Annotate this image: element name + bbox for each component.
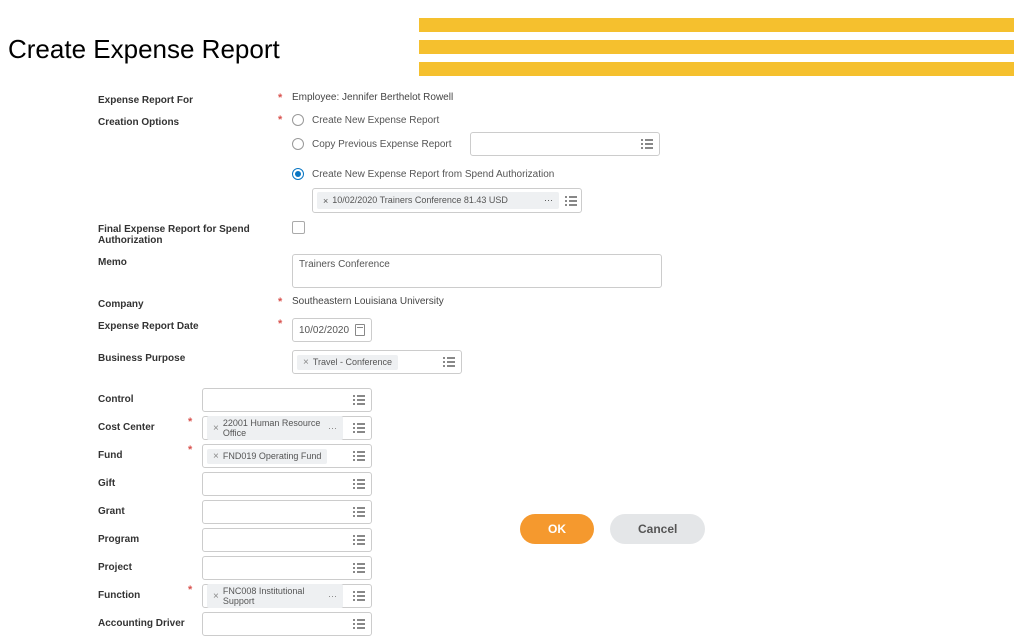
tag-business-purpose: Travel - Conference [313,357,392,367]
picker-project[interactable] [202,556,372,580]
label-program: Program [98,528,188,545]
list-icon [353,451,365,461]
required-marker: * [278,296,286,308]
more-icon[interactable]: ⋯ [544,195,553,206]
remove-tag-icon[interactable]: × [323,196,328,206]
picker-program[interactable] [202,528,372,552]
remove-tag-icon[interactable]: × [213,451,219,462]
radio-create-new[interactable] [292,114,304,126]
label-final-spend-auth: Final Expense Report for Spend Authoriza… [98,221,278,246]
calendar-icon [355,324,365,336]
picker-grant[interactable] [202,500,372,524]
decorative-stripes [419,18,1014,84]
label-control: Control [98,388,188,405]
picker-gift[interactable] [202,472,372,496]
value-employee: Employee: Jennifer Berthelot Rowell [292,92,453,103]
list-icon [353,563,365,573]
page-title: Create Expense Report [8,34,280,65]
input-date[interactable]: 10/02/2020 [292,318,372,342]
radio-label-copy-previous: Copy Previous Expense Report [312,139,452,150]
label-cost-center: Cost Center [98,416,188,433]
list-icon [353,535,365,545]
ok-button[interactable]: OK [520,514,594,544]
label-project: Project [98,556,188,573]
label-expense-report-for: Expense Report For [98,92,278,106]
tag-fund: FND019 Operating Fund [223,451,322,461]
label-date: Expense Report Date [98,318,278,332]
picker-business-purpose[interactable]: × Travel - Conference [292,350,462,374]
list-icon [353,423,365,433]
value-date: 10/02/2020 [299,325,349,336]
tag-cost-center: 22001 Human Resource Office [223,418,324,438]
radio-label-from-spend-auth: Create New Expense Report from Spend Aut… [312,169,554,180]
list-icon [443,357,455,367]
value-company: Southeastern Louisiana University [292,296,444,307]
required-marker: * [188,416,196,428]
list-icon [353,619,365,629]
picker-cost-center[interactable]: × 22001 Human Resource Office ⋯ [202,416,372,440]
picker-previous-report[interactable] [470,132,660,156]
label-business-purpose: Business Purpose [98,350,278,364]
label-grant: Grant [98,500,188,517]
label-function: Function [98,584,188,601]
list-icon [641,139,653,149]
required-marker: * [278,92,286,104]
required-marker: * [188,584,196,596]
picker-accounting-driver[interactable] [202,612,372,636]
label-fund: Fund [98,444,188,461]
more-icon[interactable]: ⋯ [328,591,337,602]
tag-spend-auth: 10/02/2020 Trainers Conference 81.43 USD [332,195,540,206]
radio-from-spend-auth[interactable] [292,168,304,180]
label-accounting-driver: Accounting Driver [98,612,188,629]
textarea-memo[interactable] [292,254,662,288]
label-gift: Gift [98,472,188,489]
list-icon [353,479,365,489]
picker-fund[interactable]: × FND019 Operating Fund [202,444,372,468]
label-memo: Memo [98,254,278,268]
required-marker: * [188,444,196,456]
list-icon [565,196,577,206]
list-icon [353,507,365,517]
label-company: Company [98,296,278,310]
more-icon[interactable]: ⋯ [328,423,337,434]
label-creation-options: Creation Options [98,114,278,128]
remove-tag-icon[interactable]: × [213,423,219,434]
radio-label-create-new: Create New Expense Report [312,115,439,126]
tag-function: FNC008 Institutional Support [223,586,324,606]
picker-function[interactable]: × FNC008 Institutional Support ⋯ [202,584,372,608]
list-icon [353,591,365,601]
radio-copy-previous[interactable] [292,138,304,150]
cancel-button[interactable]: Cancel [610,514,705,544]
remove-tag-icon[interactable]: × [303,357,309,368]
picker-control[interactable] [202,388,372,412]
checkbox-final[interactable] [292,221,305,234]
remove-tag-icon[interactable]: × [213,591,219,602]
expense-form: Expense Report For * Employee: Jennifer … [98,92,1004,640]
list-icon [353,395,365,405]
required-marker: * [278,318,286,330]
required-marker: * [278,114,286,126]
picker-spend-authorization[interactable]: × 10/02/2020 Trainers Conference 81.43 U… [312,188,582,213]
